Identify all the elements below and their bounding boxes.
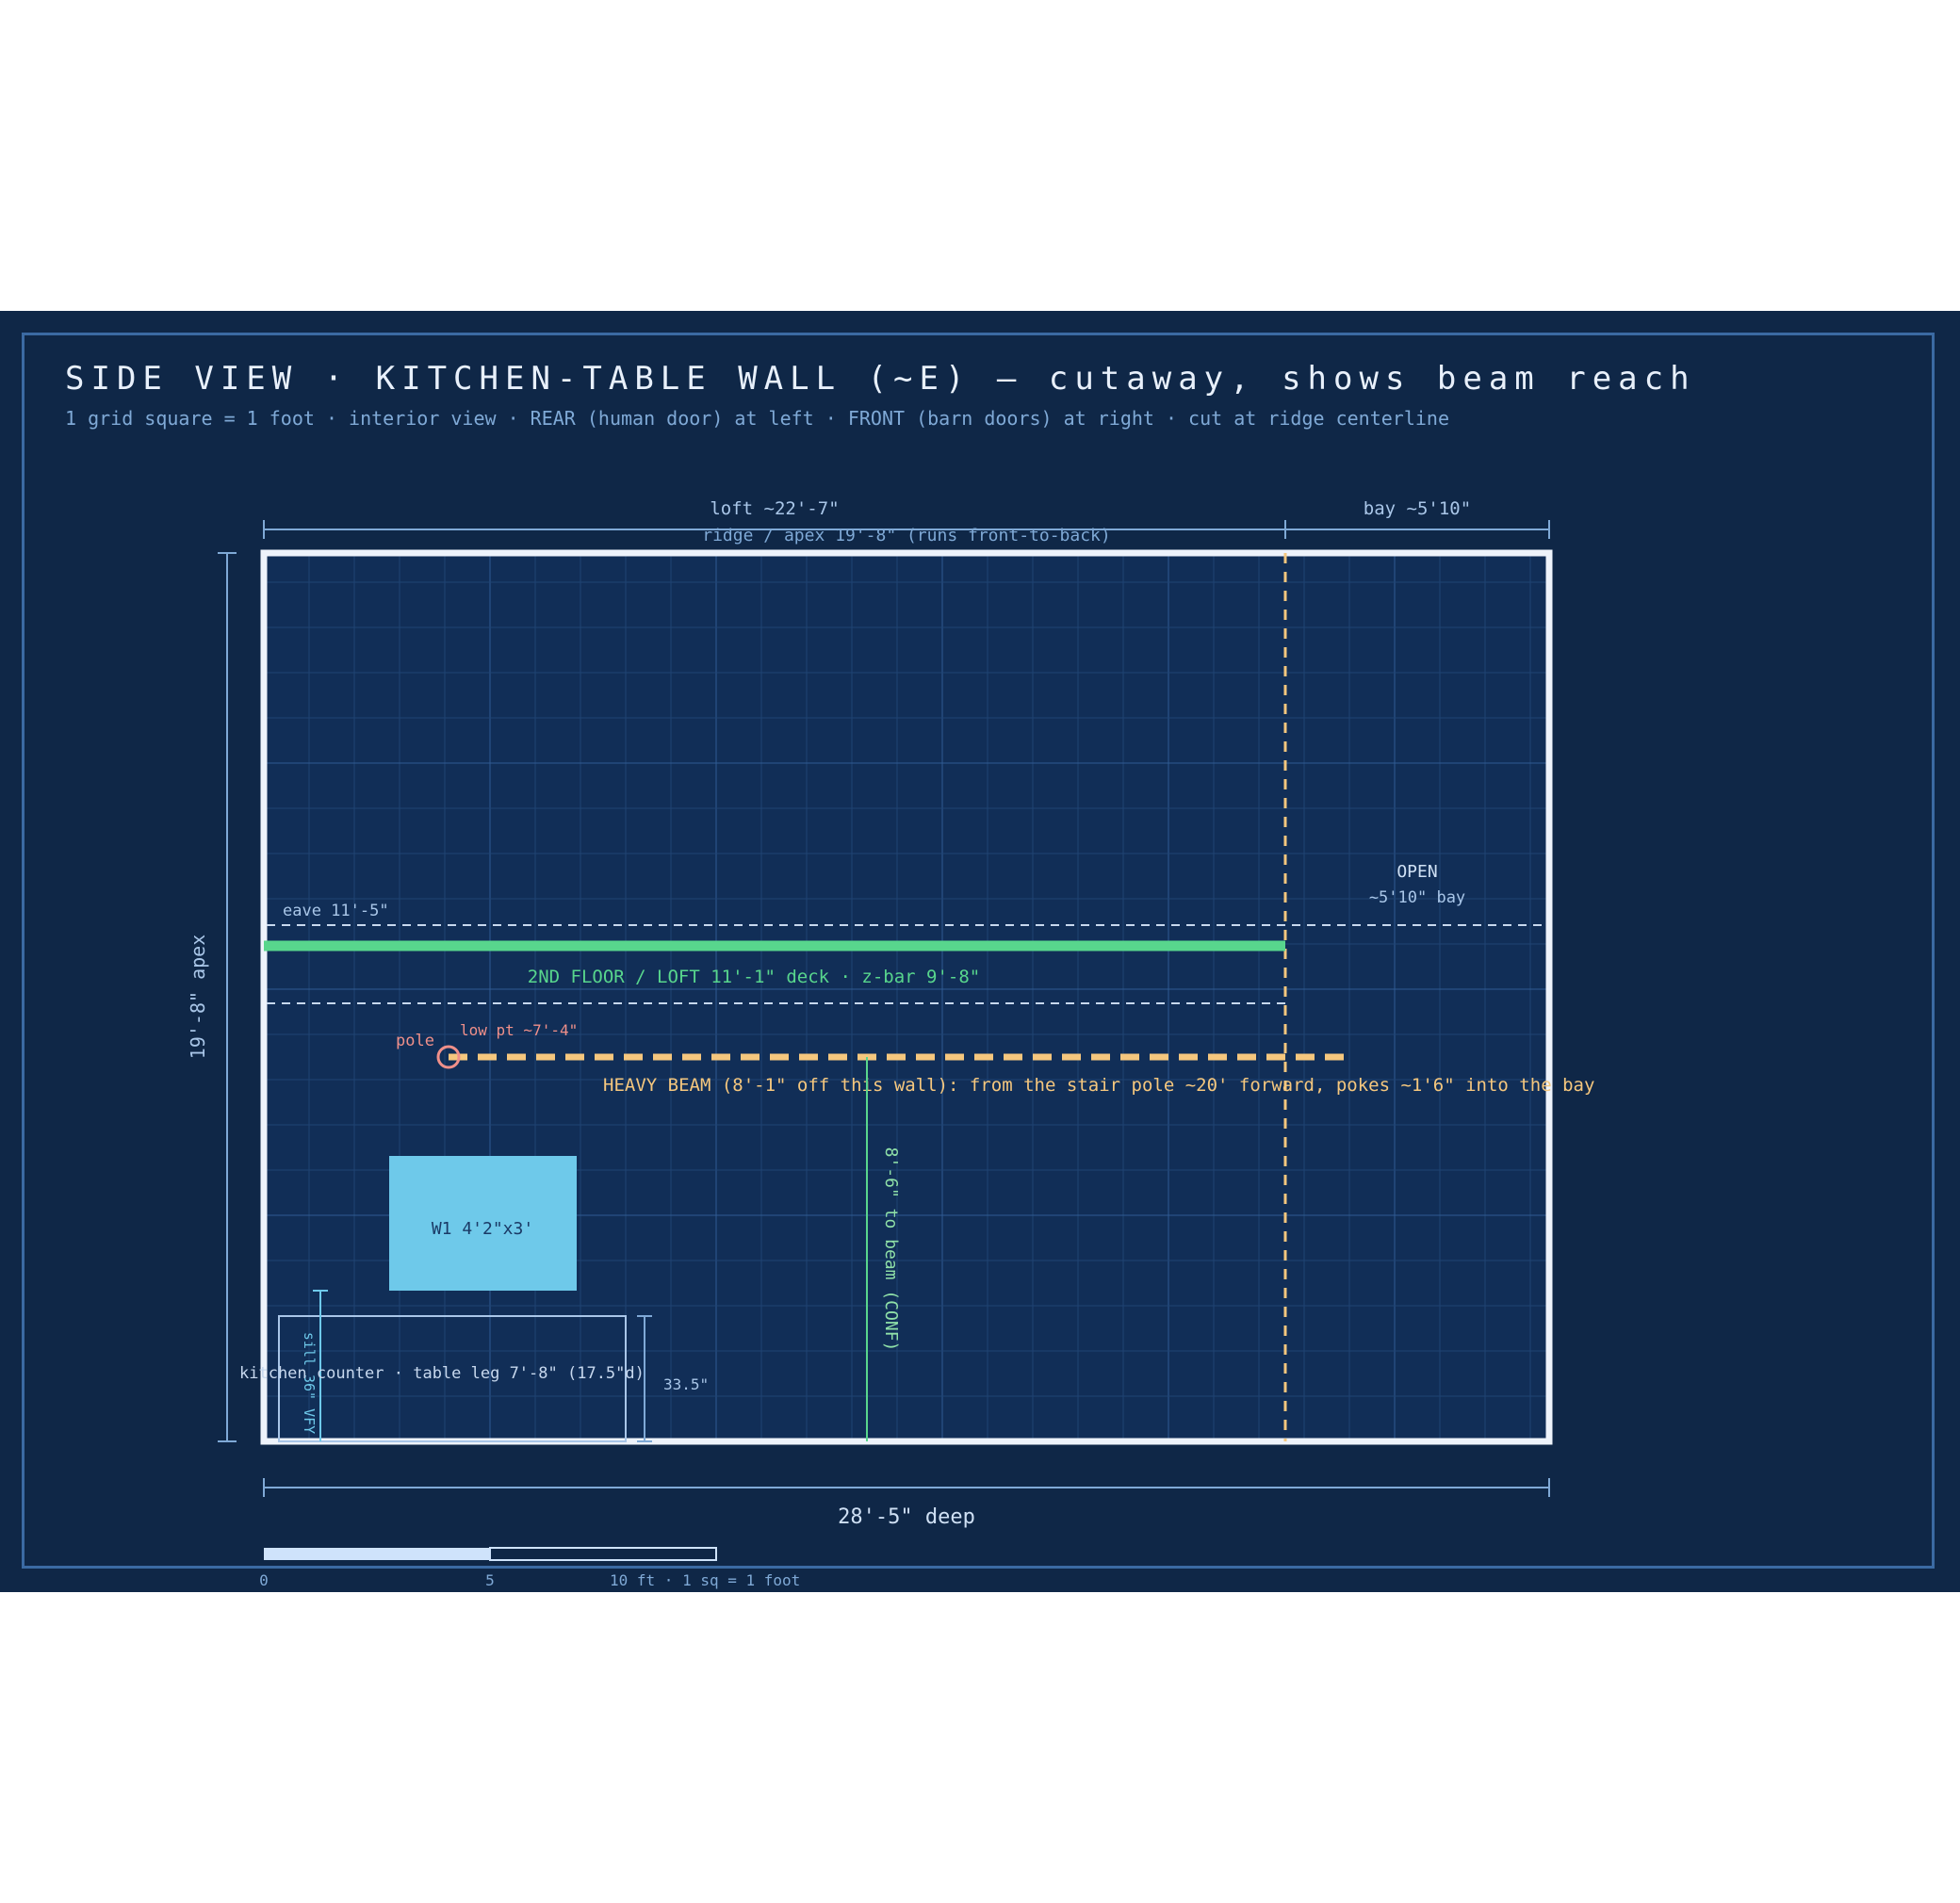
wall-panel	[264, 553, 1549, 1441]
counter-height-label: 33.5"	[663, 1375, 709, 1393]
beam-clearance-label: 8'-6" to beam (CONF)	[881, 1147, 901, 1352]
low-point-label: low pt ~7'-4"	[460, 1021, 578, 1039]
height-dimension	[218, 552, 237, 1442]
depth-label: 28'-5" deep	[838, 1505, 975, 1529]
apex-height-label: 19'-8" apex	[187, 935, 209, 1059]
open-bay-sublabel: ~5'10" bay	[1369, 888, 1465, 907]
heavy-beam-label: HEAVY BEAM (8'-1" off this wall): from t…	[603, 1075, 1594, 1096]
eave-label: eave 11'-5"	[283, 902, 389, 920]
open-bay-label: OPEN	[1396, 862, 1437, 882]
bay-span-label: bay ~5'10"	[1364, 498, 1471, 519]
side-view-diagram: loft ~22'-7" bay ~5'10" ridge / apex 19'…	[187, 498, 1594, 1589]
kitchen-counter-label: kitchen counter · table leg 7'-8" (17.5"…	[239, 1364, 645, 1383]
sill-label: sill 36" VFY	[301, 1332, 318, 1434]
pole-label: pole	[396, 1032, 434, 1050]
scale-bar-filled	[264, 1548, 490, 1560]
loft-span-label: loft ~22'-7"	[710, 498, 839, 519]
scale-tick-10: 10 ft · 1 sq = 1 foot	[610, 1571, 800, 1589]
scale-bar-empty	[489, 1547, 717, 1561]
window-label: W1 4'2"x3'	[432, 1219, 533, 1239]
ridge-label: ridge / apex 19'-8" (runs front-to-back)	[702, 526, 1110, 545]
scale-tick-5: 5	[485, 1571, 495, 1589]
depth-dimension	[263, 1478, 1550, 1497]
scale-tick-0: 0	[259, 1571, 269, 1589]
loft-label: 2ND FLOOR / LOFT 11'-1" deck · z-bar 9'-…	[528, 967, 980, 987]
